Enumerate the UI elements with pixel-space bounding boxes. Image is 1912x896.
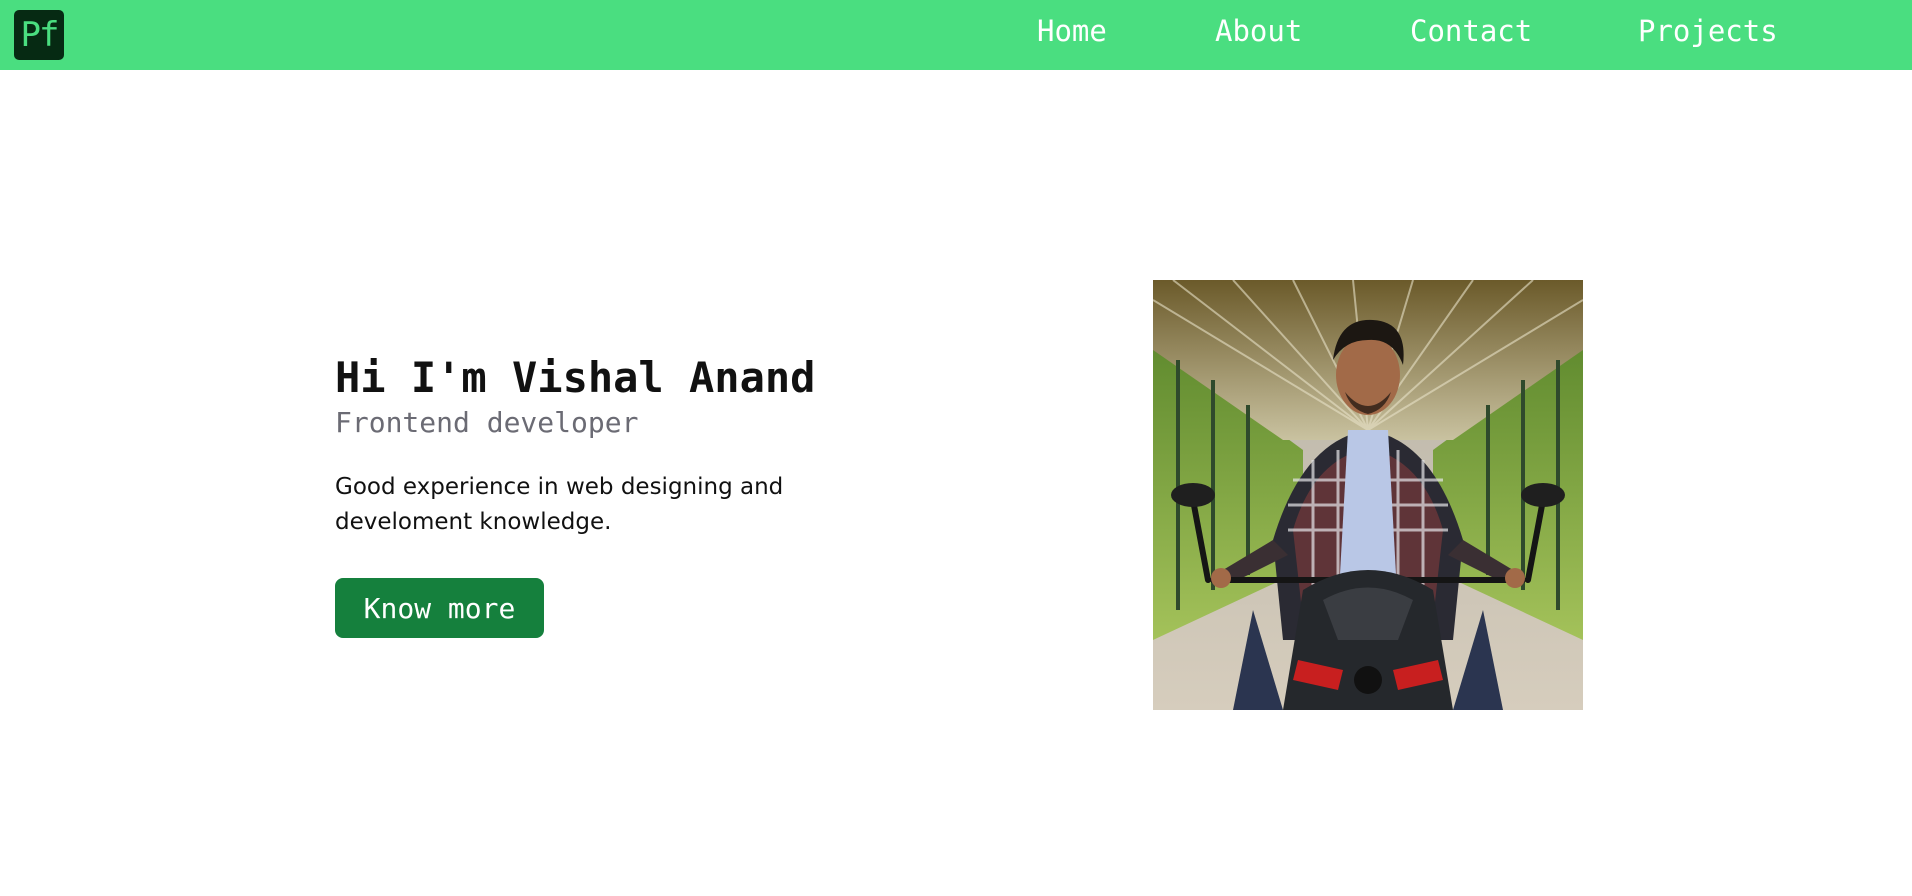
hero-subtitle: Frontend developer bbox=[335, 406, 639, 439]
nav-link-about[interactable]: About bbox=[1215, 14, 1302, 48]
hero-title: Hi I'm Vishal Anand bbox=[335, 353, 816, 402]
nav-link-projects[interactable]: Projects bbox=[1638, 14, 1778, 48]
know-more-button[interactable]: Know more bbox=[335, 578, 544, 638]
nav-link-home[interactable]: Home bbox=[1037, 14, 1107, 48]
profile-photo bbox=[1153, 280, 1583, 710]
logo[interactable]: Pf bbox=[14, 10, 64, 60]
hero-description: Good experience in web designing and dev… bbox=[335, 474, 784, 535]
nav-link-contact[interactable]: Contact bbox=[1410, 14, 1532, 48]
navbar: Pf Home About Contact Projects bbox=[0, 0, 1912, 70]
